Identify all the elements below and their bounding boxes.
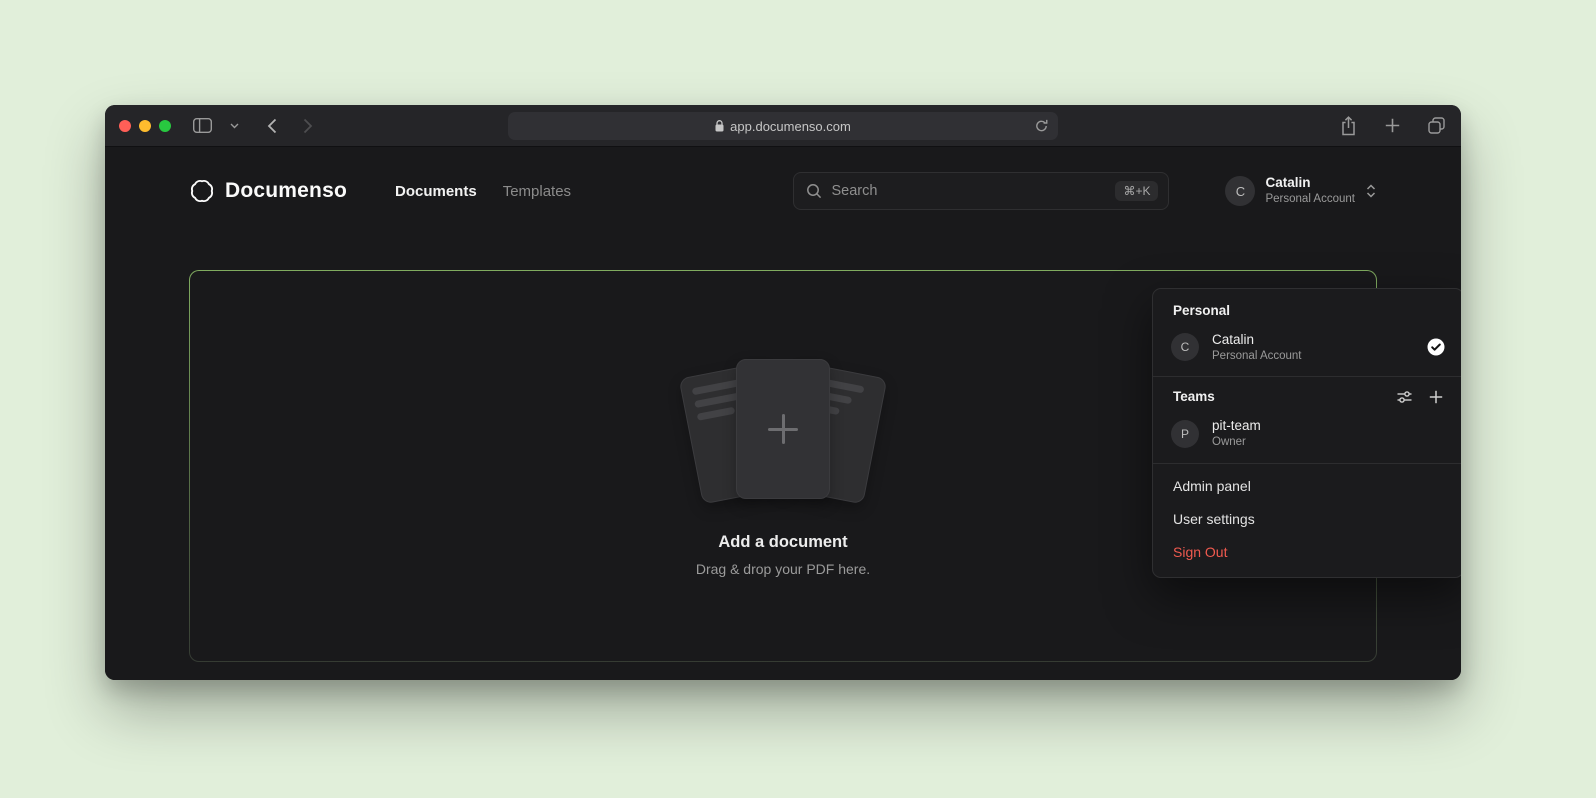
menu-team-row[interactable]: P pit-team Owner: [1161, 410, 1455, 456]
minimize-button[interactable]: [139, 120, 151, 132]
search-input[interactable]: [831, 183, 1106, 199]
menu-section-personal: Personal: [1161, 297, 1455, 324]
back-button-icon[interactable]: [265, 116, 279, 136]
menu-item-admin-panel[interactable]: Admin panel: [1161, 470, 1455, 503]
menu-item-sign-out[interactable]: Sign Out: [1161, 536, 1455, 569]
personal-type: Personal Account: [1212, 349, 1302, 364]
teams-actions: [1397, 390, 1443, 404]
close-button[interactable]: [119, 120, 131, 132]
address-bar[interactable]: app.documenso.com: [508, 112, 1058, 140]
personal-name: Catalin: [1212, 331, 1254, 349]
document-cards-illustration: [668, 355, 898, 507]
share-icon[interactable]: [1338, 114, 1359, 138]
nav-templates[interactable]: Templates: [503, 183, 571, 200]
account-type: Personal Account: [1265, 192, 1355, 206]
manage-teams-icon[interactable]: [1397, 390, 1412, 404]
personal-avatar: C: [1171, 333, 1199, 361]
url-text: app.documenso.com: [730, 119, 851, 134]
personal-names: Catalin Personal Account: [1212, 331, 1302, 363]
brand-name: Documenso: [225, 179, 347, 203]
menu-personal-account-row[interactable]: C Catalin Personal Account: [1161, 324, 1455, 370]
traffic-lights: [119, 120, 171, 132]
team-names: pit-team Owner: [1212, 417, 1261, 449]
menu-divider: [1153, 463, 1461, 464]
brand[interactable]: Documenso: [189, 178, 347, 204]
dropzone-subtitle: Drag & drop your PDF here.: [696, 561, 870, 577]
account-avatar: C: [1225, 176, 1255, 206]
account-dropdown-menu: Personal C Catalin Personal Account Team…: [1152, 288, 1461, 578]
menu-section-teams: Teams: [1173, 389, 1215, 404]
team-avatar: P: [1171, 420, 1199, 448]
team-name: pit-team: [1212, 417, 1261, 435]
document-card-center: [736, 359, 830, 499]
menu-teams-header: Teams: [1161, 383, 1455, 410]
menu-divider: [1153, 376, 1461, 377]
team-role: Owner: [1212, 435, 1246, 450]
account-name: Catalin: [1265, 175, 1310, 192]
search-bar[interactable]: ⌘+K: [793, 172, 1169, 210]
app-header: Documenso Documents Templates ⌘+K C Cata…: [189, 169, 1377, 213]
primary-nav: Documents Templates: [395, 183, 571, 200]
add-plus-icon: [768, 414, 798, 444]
selected-check-icon: [1427, 338, 1445, 356]
toolbar-right-group: [1338, 114, 1447, 138]
create-team-plus-icon[interactable]: [1429, 390, 1443, 404]
sidebar-toggle-icon[interactable]: [191, 116, 214, 135]
account-menu-button[interactable]: C Catalin Personal Account: [1225, 175, 1377, 206]
chevron-up-down-icon: [1365, 183, 1377, 199]
reload-icon[interactable]: [1032, 117, 1051, 136]
zoom-button[interactable]: [159, 120, 171, 132]
browser-window: app.documenso.com Documenso: [105, 105, 1461, 680]
search-shortcut-badge: ⌘+K: [1115, 181, 1158, 201]
documenso-logo-icon: [189, 178, 215, 204]
search-icon: [806, 183, 822, 199]
desktop-background: { "browser": { "url": "app.documenso.com…: [0, 0, 1596, 798]
toolbar-left-group: [191, 116, 315, 136]
nav-documents[interactable]: Documents: [395, 183, 477, 200]
dropzone-title: Add a document: [718, 533, 847, 552]
app-content: Documenso Documents Templates ⌘+K C Cata…: [105, 169, 1461, 680]
lock-icon: [715, 120, 724, 132]
forward-button-icon[interactable]: [301, 116, 315, 136]
tab-overview-icon[interactable]: [1426, 115, 1447, 136]
browser-toolbar: app.documenso.com: [105, 105, 1461, 147]
new-tab-plus-icon[interactable]: [1383, 116, 1402, 135]
sidebar-chevron-down-icon[interactable]: [228, 121, 241, 131]
menu-item-user-settings[interactable]: User settings: [1161, 503, 1455, 536]
account-names: Catalin Personal Account: [1265, 175, 1355, 206]
